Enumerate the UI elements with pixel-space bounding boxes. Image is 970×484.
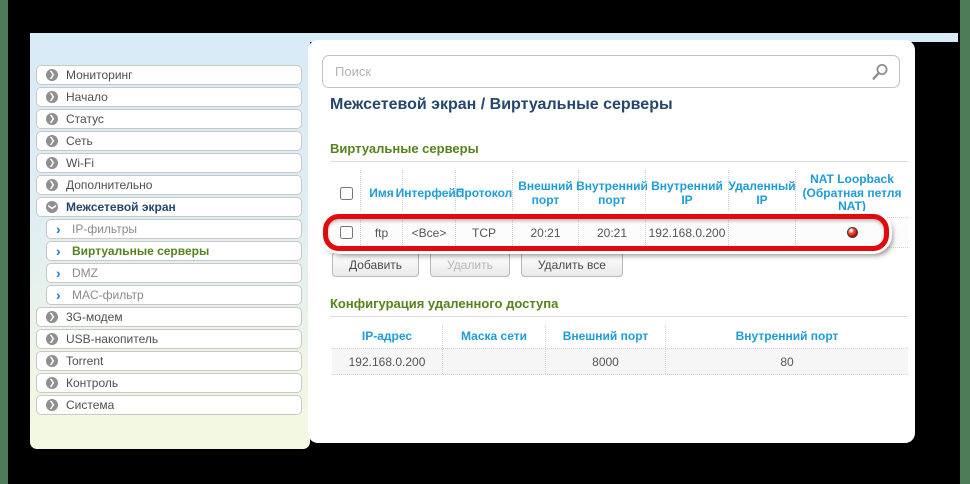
- cell-internal-port: 80: [665, 349, 908, 374]
- remote-access-table: IP-адрес Маска сети Внешний порт Внутрен…: [332, 325, 908, 375]
- column-header-nat-loopback: NAT Loopback (Обратная петля NAT): [795, 170, 908, 217]
- sidebar-item-label: MAC-фильтр: [72, 288, 144, 302]
- main-panel: Межсетевой экран / Виртуальные серверы В…: [308, 40, 915, 443]
- chevron-circle-icon: ❯: [46, 135, 58, 147]
- table-header-row: Имя Интерфейс Протокол Внешний порт Внут…: [332, 170, 908, 218]
- sidebar-item-ip-filters[interactable]: › IP-фильтры: [46, 219, 302, 239]
- cell-name: ftp: [360, 218, 402, 247]
- column-header-external-port: Внешний порт: [545, 325, 665, 348]
- sidebar-item-mac-filter[interactable]: › MAC-фильтр: [46, 285, 302, 305]
- search-input[interactable]: [323, 56, 859, 87]
- cell-external-port: 20:21: [512, 218, 578, 247]
- sidebar-item-label: Дополнительно: [66, 178, 152, 192]
- sidebar-item-label: Начало: [66, 90, 108, 104]
- column-header-remote-ip: Удаленный IP: [728, 170, 795, 217]
- table-header-row: IP-адрес Маска сети Внешний порт Внутрен…: [332, 325, 908, 349]
- sidebar-item-label: DMZ: [72, 266, 98, 280]
- add-button[interactable]: Добавить: [332, 252, 419, 277]
- section-divider: [330, 161, 908, 162]
- sidebar-item-label: Torrent: [66, 354, 103, 368]
- remote-access-section-title: Конфигурация удаленного доступа: [330, 296, 558, 311]
- sidebar-item-label: Межсетевой экран: [66, 200, 176, 214]
- row-select-cell: [332, 218, 360, 247]
- sidebar-item-wifi[interactable]: ❯ Wi-Fi: [36, 153, 302, 173]
- sidebar-item-dmz[interactable]: › DMZ: [46, 263, 302, 283]
- chevron-circle-icon: ❯: [46, 113, 58, 125]
- sidebar-item-virtual-servers[interactable]: › Виртуальные серверы: [46, 241, 302, 261]
- chevron-circle-icon: ❯: [46, 355, 58, 367]
- row-checkbox[interactable]: [340, 226, 353, 239]
- column-header-internal-port: Внутренний порт: [578, 170, 645, 217]
- sidebar-item-system[interactable]: ❯ Система: [36, 395, 302, 415]
- sidebar-item-label: Контроль: [66, 376, 118, 390]
- delete-all-button[interactable]: Удалить все: [521, 252, 623, 277]
- chevron-circle-icon: ❯: [46, 333, 58, 345]
- cell-interface: <Все>: [402, 218, 455, 247]
- sidebar-item-torrent[interactable]: ❯ Torrent: [36, 351, 302, 371]
- cell-internal-ip: 192.168.0.200: [645, 218, 728, 247]
- sidebar-item-label: 3G-модем: [66, 310, 123, 324]
- chevron-circle-icon: ❯: [46, 179, 58, 191]
- chevron-circle-icon: ❯: [46, 377, 58, 389]
- cell-external-port: 8000: [545, 349, 665, 374]
- chevron-circle-icon: ❯: [46, 91, 58, 103]
- remote-access-row[interactable]: 192.168.0.200 8000 80: [332, 349, 908, 375]
- chevron-circle-down-icon: ❯: [46, 201, 58, 213]
- sidebar-item-label: Система: [66, 398, 114, 412]
- select-all-cell: [332, 170, 360, 217]
- cell-nat-loopback: [795, 218, 908, 247]
- sidebar-item-label: Виртуальные серверы: [72, 244, 209, 258]
- column-header-protocol: Протокол: [455, 170, 512, 217]
- section-divider: [330, 316, 908, 317]
- column-header-interface: Интерфейс: [402, 170, 455, 217]
- virtual-servers-table: Имя Интерфейс Протокол Внешний порт Внут…: [332, 170, 908, 248]
- cell-ip: 192.168.0.200: [332, 349, 442, 374]
- chevron-right-icon: ›: [56, 245, 64, 257]
- cell-internal-port: 20:21: [578, 218, 645, 247]
- sidebar-item-label: IP-фильтры: [72, 222, 137, 236]
- delete-button[interactable]: Удалить: [430, 252, 510, 277]
- sidebar-item-usb-storage[interactable]: ❯ USB-накопитель: [36, 329, 302, 349]
- sidebar-item-label: Wi-Fi: [66, 156, 94, 170]
- left-green-edge: [0, 0, 8, 484]
- sidebar-item-label: Сеть: [66, 134, 93, 148]
- chevron-right-icon: ›: [56, 267, 64, 279]
- sidebar-item-label: USB-накопитель: [66, 332, 158, 346]
- chevron-right-icon: ›: [56, 289, 64, 301]
- chevron-circle-icon: ❯: [46, 157, 58, 169]
- column-header-external-port: Внешний порт: [512, 170, 578, 217]
- column-header-ip: IP-адрес: [332, 325, 442, 348]
- sidebar: ❯ Мониторинг ❯ Начало ❯ Статус ❯ Сеть ❯ …: [30, 33, 310, 449]
- chevron-circle-icon: ❯: [46, 311, 58, 323]
- cell-mask: [442, 349, 545, 374]
- sidebar-nav-list: ❯ Мониторинг ❯ Начало ❯ Статус ❯ Сеть ❯ …: [30, 65, 310, 417]
- cell-remote-ip: [728, 218, 795, 247]
- sidebar-item-label: Статус: [66, 112, 104, 126]
- page-title: Межсетевой экран / Виртуальные серверы: [330, 96, 673, 114]
- right-green-edge: [960, 0, 970, 484]
- search-box: [322, 55, 900, 88]
- search-icon[interactable]: [870, 63, 889, 82]
- sidebar-item-monitoring[interactable]: ❯ Мониторинг: [36, 65, 302, 85]
- sidebar-item-control[interactable]: ❯ Контроль: [36, 373, 302, 393]
- sidebar-item-network[interactable]: ❯ Сеть: [36, 131, 302, 151]
- sidebar-item-label: Мониторинг: [66, 68, 133, 82]
- column-header-mask: Маска сети: [442, 325, 545, 348]
- table-actions: Добавить Удалить Удалить все: [332, 252, 623, 277]
- sidebar-item-start[interactable]: ❯ Начало: [36, 87, 302, 107]
- nat-loopback-red-led-icon: [847, 227, 858, 238]
- virtual-servers-section-title: Виртуальные серверы: [330, 141, 479, 156]
- column-header-internal-ip: Внутренний IP: [645, 170, 728, 217]
- select-all-checkbox[interactable]: [340, 187, 353, 200]
- cell-protocol: TCP: [455, 218, 512, 247]
- chevron-circle-icon: ❯: [46, 69, 58, 81]
- chevron-circle-icon: ❯: [46, 399, 58, 411]
- virtual-server-row[interactable]: ftp <Все> TCP 20:21 20:21 192.168.0.200: [332, 218, 908, 248]
- sidebar-item-advanced[interactable]: ❯ Дополнительно: [36, 175, 302, 195]
- sidebar-item-firewall[interactable]: ❯ Межсетевой экран: [36, 197, 302, 217]
- sidebar-item-status[interactable]: ❯ Статус: [36, 109, 302, 129]
- column-header-internal-port: Внутренний порт: [665, 325, 908, 348]
- chevron-right-icon: ›: [56, 223, 64, 235]
- sidebar-item-3g-modem[interactable]: ❯ 3G-модем: [36, 307, 302, 327]
